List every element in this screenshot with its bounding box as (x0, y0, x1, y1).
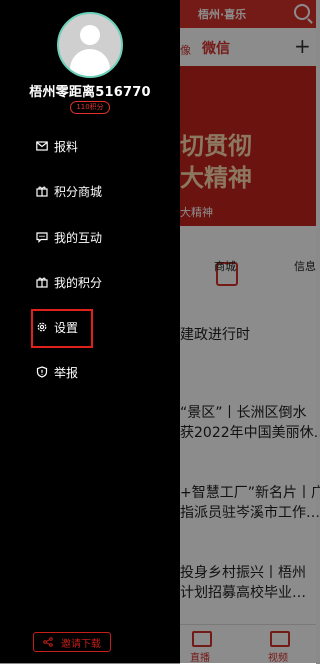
menu-item-label: 我的互动 (54, 230, 103, 245)
shield-icon (36, 366, 48, 378)
avatar-head (80, 25, 100, 45)
username[interactable]: 梧州零距离516770 (0, 81, 180, 100)
gift-icon (36, 185, 48, 197)
menu-item-label: 积分商城 (54, 184, 103, 199)
menu-item-my-interactions[interactable]: 我的互动 (36, 228, 102, 246)
share-icon (43, 637, 53, 647)
menu-item-my-points[interactable]: 我的积分 (36, 273, 102, 291)
mail-icon (36, 140, 48, 152)
side-drawer: 梧州零距离516770 110积分 报料 积分商城 我的互动 我的积分 设置 举… (0, 0, 180, 663)
invite-download-button[interactable]: 邀请下载 (33, 632, 111, 652)
menu-item-label: 报料 (54, 139, 79, 154)
menu-item-label: 举报 (54, 365, 79, 380)
gift-icon (36, 276, 48, 288)
settings-highlight-box (31, 309, 93, 348)
avatar-body (70, 49, 110, 76)
menu-item-points-mall[interactable]: 积分商城 (36, 182, 102, 200)
avatar[interactable] (57, 12, 123, 78)
chat-icon (36, 231, 48, 243)
invite-download-label: 邀请下载 (61, 638, 101, 650)
menu-item-report-news[interactable]: 报料 (36, 137, 78, 155)
menu-item-label: 我的积分 (54, 275, 103, 290)
points-badge[interactable]: 110积分 (70, 101, 110, 114)
menu-item-report[interactable]: 举报 (36, 363, 78, 381)
